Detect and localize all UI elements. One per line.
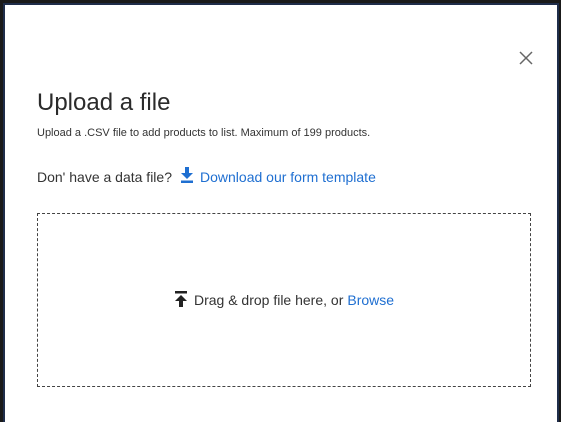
template-line: Don' have a data file? Download our form… <box>37 167 376 186</box>
template-prompt: Don' have a data file? <box>37 168 172 185</box>
dropzone-content: Drag & drop file here, or Browse <box>174 290 394 310</box>
browse-link[interactable]: Browse <box>347 292 394 308</box>
download-link-label: Download our form template <box>200 168 376 185</box>
upload-dialog: Upload a file Upload a .CSV file to add … <box>3 3 559 422</box>
close-icon[interactable] <box>517 49 535 67</box>
file-dropzone[interactable]: Drag & drop file here, or Browse <box>37 213 531 387</box>
download-template-link[interactable]: Download our form template <box>180 167 376 186</box>
download-icon <box>180 167 200 186</box>
dialog-subtitle: Upload a .CSV file to add products to li… <box>37 127 371 139</box>
upload-icon <box>174 290 194 310</box>
dialog-title: Upload a file <box>37 89 171 116</box>
dropzone-text: Drag & drop file here, or <box>193 292 344 308</box>
